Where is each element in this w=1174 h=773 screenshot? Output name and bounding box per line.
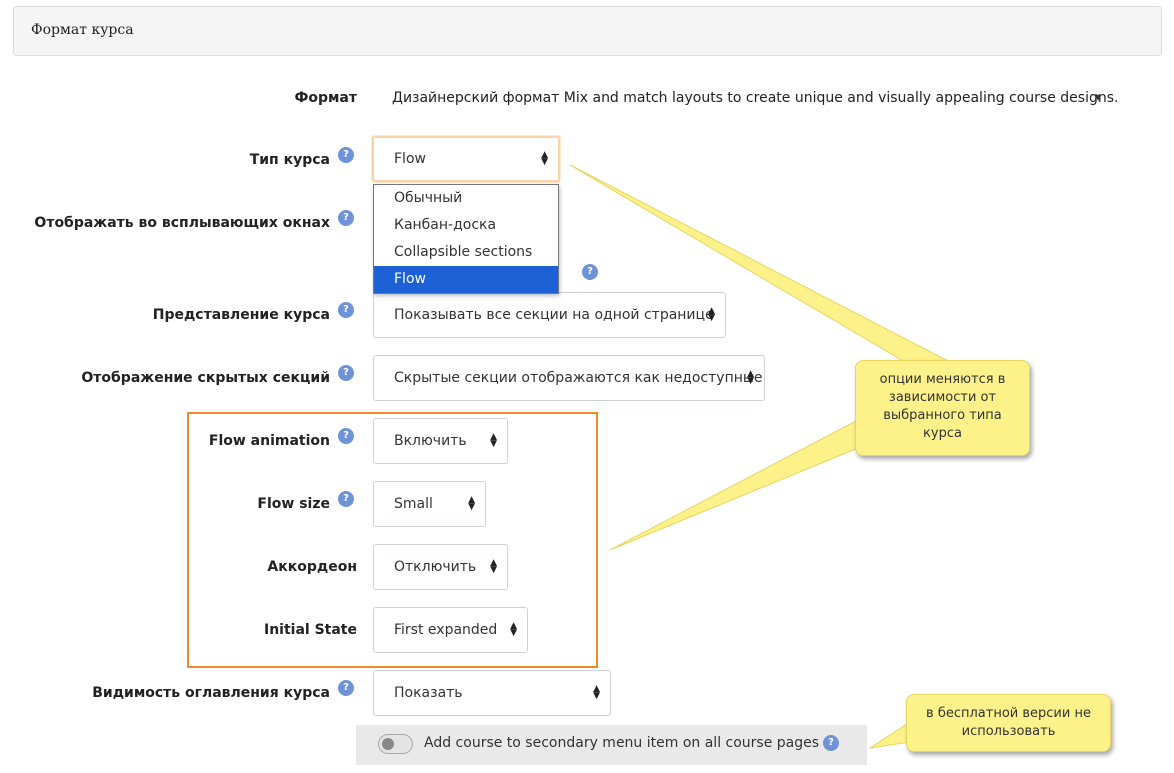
callout-pointer-free xyxy=(869,721,911,749)
option-kanban[interactable]: Канбан-доска xyxy=(374,212,558,239)
option-collapsible[interactable]: Collapsible sections xyxy=(374,239,558,266)
callout-pointer-course-type xyxy=(569,164,951,363)
option-flow[interactable]: Flow xyxy=(374,266,558,293)
callout-free-version-text: в бесплатной версии не использовать xyxy=(926,706,1091,739)
callout-pointer-options xyxy=(609,419,859,551)
callout-options-change: опции меняются в зависимости от выбранно… xyxy=(855,360,1030,456)
course-type-dropdown[interactable]: Обычный Канбан-доска Collapsible section… xyxy=(373,184,559,294)
callout-options-change-text: опции меняются в зависимости от выбранно… xyxy=(879,372,1006,441)
option-regular[interactable]: Обычный xyxy=(374,185,558,212)
callout-free-version: в бесплатной версии не использовать xyxy=(906,694,1111,752)
